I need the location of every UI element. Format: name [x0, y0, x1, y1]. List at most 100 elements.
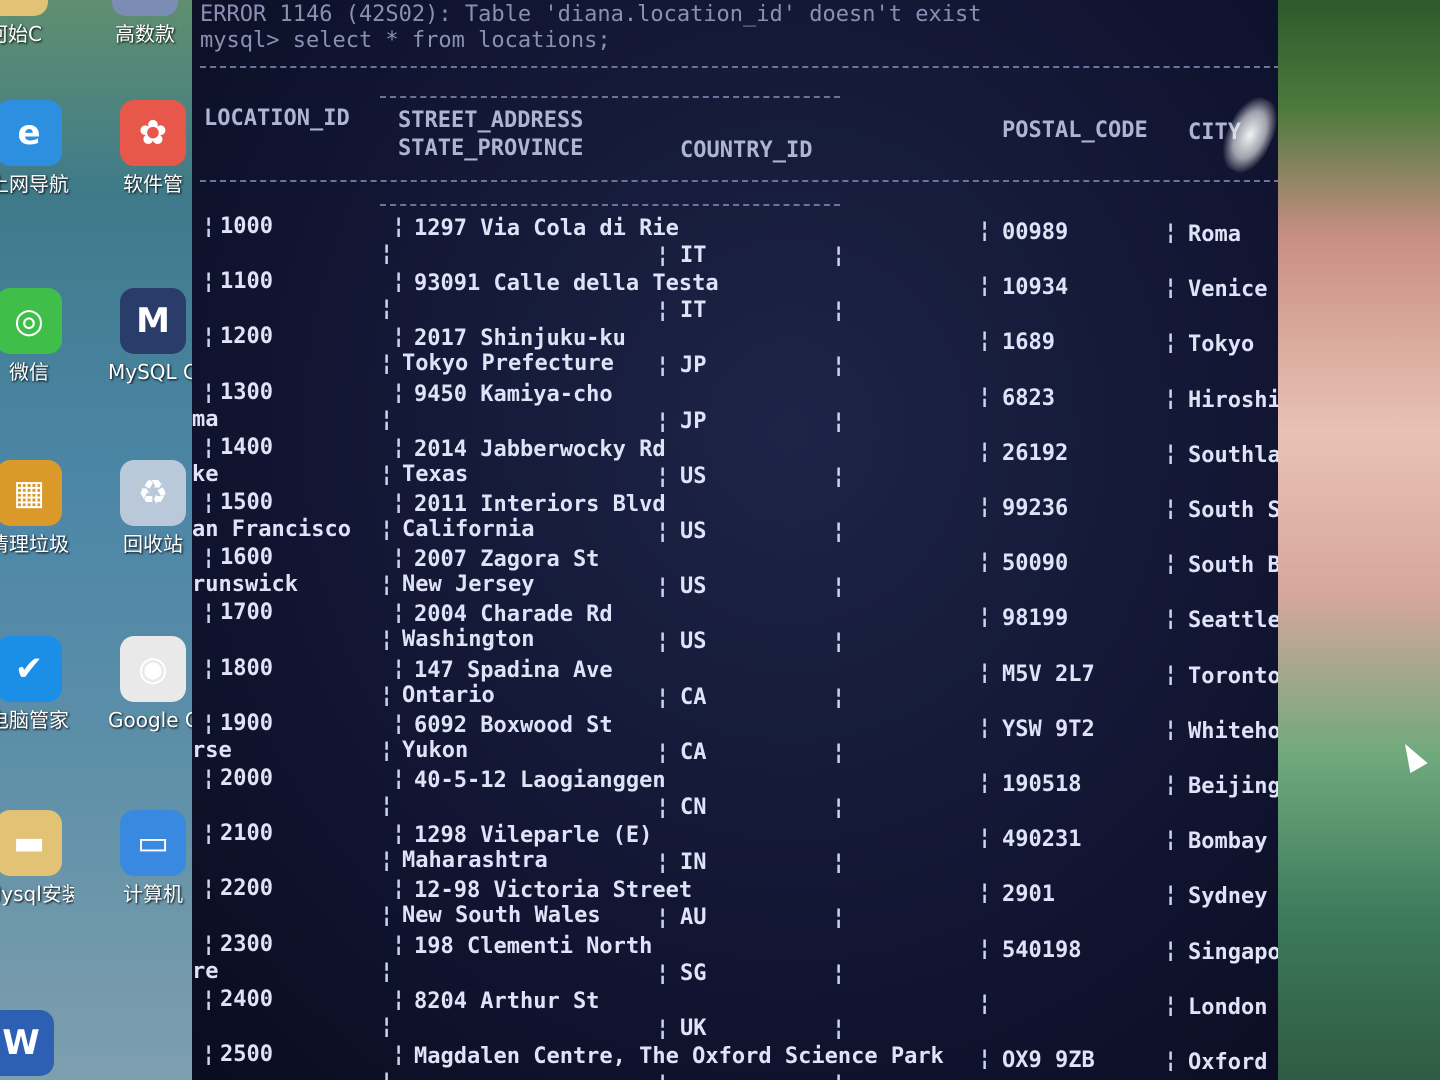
column-divider: ¦	[1164, 606, 1178, 631]
column-divider: ¦	[380, 959, 394, 984]
column-divider: ¦	[392, 324, 406, 349]
desktop-icon-label: 河始C	[0, 22, 42, 46]
cell-postal-code: 190518	[1002, 772, 1082, 797]
screen: ▬ 河始C ▣ 高数款 e 上网导航 ✿ 软件管 ◎ 微信 M MySQL Comma ▦ 清理垃圾 ♻ 回收…	[0, 0, 1440, 1080]
chrome-icon: ◉	[120, 636, 186, 702]
wechat-icon: ◎	[0, 288, 62, 354]
table-separator	[380, 96, 840, 98]
column-divider: ¦	[1164, 827, 1178, 852]
column-divider: ¦	[832, 795, 846, 820]
ie-browser-icon: e	[0, 100, 62, 166]
column-divider: ¦	[656, 1016, 670, 1041]
column-divider: ¦	[832, 685, 846, 710]
column-divider: ¦	[832, 243, 846, 268]
cell-postal-code: 540198	[1002, 938, 1082, 963]
column-divider: ¦	[832, 1071, 845, 1080]
column-divider: ¦	[832, 850, 846, 875]
column-divider: ¦	[832, 740, 846, 765]
column-divider: ¦	[832, 464, 846, 489]
desktop-icon[interactable]: WW	[0, 1010, 66, 1080]
cell-location-id: 1700	[220, 600, 273, 625]
cell-country-id: US	[680, 629, 707, 654]
cell-postal-code: 50090	[1002, 551, 1069, 576]
cell-country-id: IT	[680, 243, 707, 268]
cell-country-id: IT	[680, 298, 707, 323]
cell-location-id: 1100	[220, 269, 273, 294]
cell-state-province: New South Wales	[402, 903, 601, 928]
column-divider: ¦	[380, 903, 394, 928]
column-divider: ¦	[1164, 275, 1178, 300]
cell-country-id: JP	[680, 353, 707, 378]
app-icon: ▣	[112, 0, 178, 16]
column-divider: ¦	[202, 766, 216, 791]
column-divider: ¦	[202, 600, 216, 625]
column-divider: ¦	[832, 353, 846, 378]
column-divider: ¦	[380, 1069, 393, 1080]
cell-city-wrap: an Francisco	[192, 517, 351, 542]
cell-city: Toronto	[1188, 664, 1280, 689]
cell-postal-code: 2901	[1002, 882, 1055, 907]
column-divider: ¦	[392, 821, 406, 846]
desktop-icon[interactable]: ♻ 回收站	[108, 460, 198, 556]
cell-street-address: 198 Clementi North	[414, 934, 653, 959]
recycle-bin-icon: ♻	[120, 460, 186, 526]
cell-state-province: Maharashtra	[402, 848, 548, 873]
column-divider: ¦	[392, 269, 406, 294]
desktop-icon-label: 软件管	[123, 172, 183, 196]
desktop-icon[interactable]: ◎ 微信	[0, 288, 74, 384]
desktop-icon[interactable]: ▣ 高数款	[100, 0, 190, 46]
desktop-icon[interactable]: M MySQL Comma	[108, 288, 198, 384]
desktop-icon[interactable]: ▭ 计算机	[108, 810, 198, 906]
column-divider: ¦	[392, 545, 406, 570]
cell-street-address: Magdalen Centre, The Oxford Science Park	[414, 1044, 944, 1069]
cell-street-address: 6092 Boxwood St	[414, 713, 613, 738]
desktop-icon[interactable]: ▬ 河始C	[0, 0, 60, 46]
desktop-icon[interactable]: e 上网导航	[0, 100, 74, 196]
cell-country-id: US	[680, 519, 707, 544]
desktop-icon-label: 高数款	[115, 22, 175, 46]
word-icon: W	[0, 1010, 54, 1076]
column-divider: ¦	[978, 549, 992, 574]
software-manager-icon: ✿	[120, 100, 186, 166]
column-divider: ¦	[392, 766, 406, 791]
desktop-icon-label: 回收站	[123, 532, 183, 556]
desktop-icon[interactable]: ✔ 电脑管家	[0, 636, 74, 732]
cell-street-address: 1297 Via Cola di Rie	[414, 216, 679, 241]
cell-location-id: 2300	[220, 932, 273, 957]
column-divider: ¦	[392, 932, 406, 957]
desktop-icon-label: 计算机	[123, 882, 183, 906]
cell-country-id: CN	[680, 795, 707, 820]
cell-street-address: 2004 Charade Rd	[414, 602, 613, 627]
folder-icon: ▬	[0, 810, 62, 876]
desktop-icon[interactable]: ▦ 清理垃圾	[0, 460, 74, 556]
column-divider: ¦	[202, 932, 216, 957]
column-divider: ¦	[380, 351, 394, 376]
column-divider: ¦	[978, 936, 992, 961]
header-state-province: STATE_PROVINCE	[398, 136, 584, 161]
cell-postal-code: 490231	[1002, 827, 1082, 852]
mysql-terminal-window[interactable]: ERROR 1146 (42S02): Table 'diana.locatio…	[192, 0, 1280, 1080]
column-divider: ¦	[1164, 496, 1178, 521]
column-divider: ¦	[1164, 386, 1178, 411]
column-divider: ¦	[202, 324, 216, 349]
column-divider: ¦	[978, 715, 992, 740]
cell-location-id: 2000	[220, 766, 273, 791]
column-divider: ¦	[1164, 772, 1178, 797]
header-street-address: STREET_ADDRESS	[398, 108, 584, 133]
cell-country-id: SG	[680, 961, 707, 986]
desktop-icon[interactable]: ✿ 软件管	[108, 100, 198, 196]
column-divider: ¦	[202, 711, 216, 736]
error-line: ERROR 1146 (42S02): Table 'diana.locatio…	[200, 2, 982, 27]
column-divider: ¦	[1164, 882, 1178, 907]
desktop-icon-label: 上网导航	[0, 172, 69, 196]
desktop-icon[interactable]: ◉ Google Chrome	[108, 636, 198, 732]
cell-street-address: 93091 Calle della Testa	[414, 271, 719, 296]
column-divider: ¦	[1164, 330, 1178, 355]
cell-street-address: 1298 Vileparle (E)	[414, 823, 653, 848]
column-divider: ¦	[202, 490, 216, 515]
column-divider: ¦	[1164, 441, 1178, 466]
cell-city: London	[1188, 995, 1268, 1020]
column-divider: ¦	[832, 519, 846, 544]
desktop-icon[interactable]: ▬ Mysql安装	[0, 810, 74, 906]
cell-city-wrap: rse	[192, 738, 232, 763]
